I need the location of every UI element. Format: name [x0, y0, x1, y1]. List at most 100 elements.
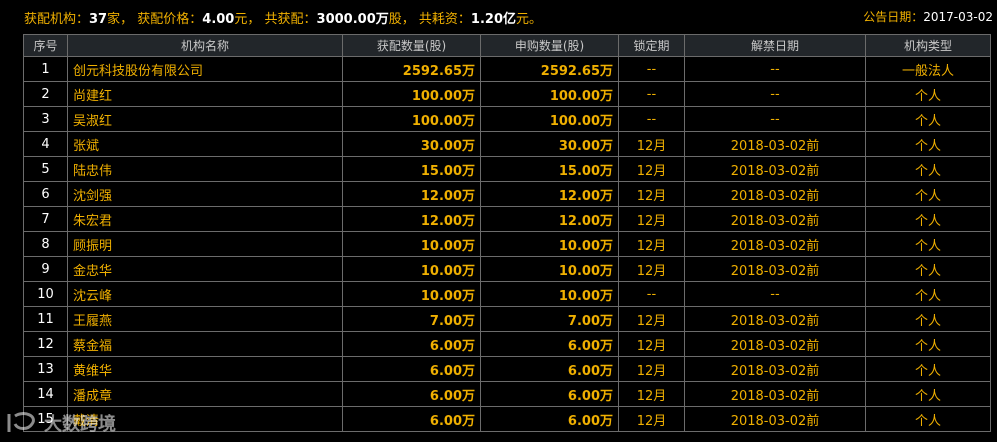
row-subscribe-qty: 30.00万 [480, 131, 619, 157]
row-unlock-date: -- [684, 106, 866, 132]
row-subscribe-qty: 12.00万 [480, 181, 619, 207]
table-row[interactable]: 2 尚建红 100.00万 100.00万 -- -- 个人 [23, 81, 991, 107]
row-subscribe-qty: 10.00万 [480, 256, 619, 282]
row-unlock-date: 2018-03-02前 [684, 231, 866, 257]
row-institution-type: 个人 [865, 406, 991, 432]
row-institution-type: 个人 [865, 281, 991, 307]
row-no: 14 [23, 381, 68, 407]
table-row[interactable]: 10 沈云峰 10.00万 10.00万 -- -- 个人 [23, 281, 991, 307]
summary-total-alloc: 3000.00万 [316, 12, 389, 27]
row-alloc-qty: 6.00万 [342, 331, 481, 357]
row-alloc-qty: 10.00万 [342, 231, 481, 257]
row-institution-type: 个人 [865, 256, 991, 282]
announcement-date-value: 2017-03-02 [923, 10, 993, 24]
row-alloc-qty: 7.00万 [342, 306, 481, 332]
column-header-subscribe[interactable]: 申购数量(股) [480, 34, 619, 57]
table-row[interactable]: 3 吴淑红 100.00万 100.00万 -- -- 个人 [23, 106, 991, 132]
row-alloc-qty: 10.00万 [342, 281, 481, 307]
table-row[interactable]: 6 沈剑强 12.00万 12.00万 12月 2018-03-02前 个人 [23, 181, 991, 207]
row-unlock-date: 2018-03-02前 [684, 131, 866, 157]
column-header-no[interactable]: 序号 [23, 34, 68, 57]
row-alloc-qty: 6.00万 [342, 381, 481, 407]
table-header-row: 序号 机构名称 获配数量(股) 申购数量(股) 锁定期 解禁日期 机构类型 [23, 34, 991, 57]
row-no: 5 [23, 156, 68, 182]
row-subscribe-qty: 6.00万 [480, 406, 619, 432]
watermark: 大数跨境 [6, 408, 136, 438]
summary-label-institutions: 获配机构： [24, 12, 90, 27]
row-unlock-date: 2018-03-02前 [684, 256, 866, 282]
row-no: 8 [23, 231, 68, 257]
summary-institutions-count: 37 [89, 12, 108, 27]
table-row[interactable]: 15 戴清 6.00万 6.00万 12月 2018-03-02前 个人 [23, 406, 991, 432]
table-row[interactable]: 1 创元科技股份有限公司 2592.65万 2592.65万 -- -- 一般法人 [23, 56, 991, 82]
column-header-unlock[interactable]: 解禁日期 [684, 34, 866, 57]
row-lock-period: 12月 [618, 231, 685, 257]
row-alloc-qty: 10.00万 [342, 256, 481, 282]
column-header-alloc[interactable]: 获配数量(股) [342, 34, 481, 57]
row-institution-name: 尚建红 [67, 81, 343, 107]
row-institution-name: 潘成章 [67, 381, 343, 407]
row-institution-name: 张斌 [67, 131, 343, 157]
table-row[interactable]: 12 蔡金福 6.00万 6.00万 12月 2018-03-02前 个人 [23, 331, 991, 357]
summary-unit-total-cost: 元。 [516, 12, 543, 27]
watermark-text: 大数跨境 [44, 414, 116, 435]
row-institution-name: 朱宏君 [67, 206, 343, 232]
row-subscribe-qty: 2592.65万 [480, 56, 619, 82]
row-institution-type: 个人 [865, 156, 991, 182]
summary-unit-total-alloc: 股， [388, 12, 415, 27]
row-unlock-date: -- [684, 81, 866, 107]
row-institution-type: 个人 [865, 181, 991, 207]
row-no: 10 [23, 281, 68, 307]
row-lock-period: 12月 [618, 331, 685, 357]
row-institution-type: 个人 [865, 206, 991, 232]
row-alloc-qty: 12.00万 [342, 181, 481, 207]
row-no: 1 [23, 56, 68, 82]
row-institution-name: 沈云峰 [67, 281, 343, 307]
row-lock-period: 12月 [618, 131, 685, 157]
row-institution-name: 陆忠伟 [67, 156, 343, 182]
table-row[interactable]: 11 王履燕 7.00万 7.00万 12月 2018-03-02前 个人 [23, 306, 991, 332]
table-row[interactable]: 8 顾振明 10.00万 10.00万 12月 2018-03-02前 个人 [23, 231, 991, 257]
row-no: 7 [23, 206, 68, 232]
row-subscribe-qty: 7.00万 [480, 306, 619, 332]
row-institution-type: 个人 [865, 306, 991, 332]
row-lock-period: 12月 [618, 381, 685, 407]
column-header-name[interactable]: 机构名称 [67, 34, 343, 57]
column-header-lock[interactable]: 锁定期 [618, 34, 685, 57]
row-lock-period: -- [618, 56, 685, 82]
row-institution-name: 黄维华 [67, 356, 343, 382]
row-lock-period: 12月 [618, 306, 685, 332]
row-lock-period: 12月 [618, 356, 685, 382]
row-subscribe-qty: 6.00万 [480, 356, 619, 382]
table-row[interactable]: 14 潘成章 6.00万 6.00万 12月 2018-03-02前 个人 [23, 381, 991, 407]
summary-total-cost: 1.20亿 [470, 12, 516, 27]
row-alloc-qty: 100.00万 [342, 81, 481, 107]
column-header-type[interactable]: 机构类型 [865, 34, 991, 57]
row-no: 6 [23, 181, 68, 207]
row-subscribe-qty: 100.00万 [480, 106, 619, 132]
table-row[interactable]: 13 黄维华 6.00万 6.00万 12月 2018-03-02前 个人 [23, 356, 991, 382]
row-subscribe-qty: 10.00万 [480, 281, 619, 307]
row-alloc-qty: 30.00万 [342, 131, 481, 157]
row-no: 13 [23, 356, 68, 382]
announcement-date-label: 公告日期： [863, 10, 924, 24]
row-unlock-date: 2018-03-02前 [684, 406, 866, 432]
summary-label-price: 获配价格： [137, 12, 203, 27]
row-no: 4 [23, 131, 68, 157]
row-lock-period: -- [618, 281, 685, 307]
row-alloc-qty: 100.00万 [342, 106, 481, 132]
row-lock-period: 12月 [618, 406, 685, 432]
row-institution-type: 一般法人 [865, 56, 991, 82]
table-row[interactable]: 7 朱宏君 12.00万 12.00万 12月 2018-03-02前 个人 [23, 206, 991, 232]
table-row[interactable]: 9 金忠华 10.00万 10.00万 12月 2018-03-02前 个人 [23, 256, 991, 282]
row-subscribe-qty: 15.00万 [480, 156, 619, 182]
row-institution-name: 顾振明 [67, 231, 343, 257]
table-row[interactable]: 5 陆忠伟 15.00万 15.00万 12月 2018-03-02前 个人 [23, 156, 991, 182]
row-institution-type: 个人 [865, 81, 991, 107]
row-institution-type: 个人 [865, 106, 991, 132]
table-row[interactable]: 4 张斌 30.00万 30.00万 12月 2018-03-02前 个人 [23, 131, 991, 157]
summary-label-total-alloc: 共获配： [264, 12, 317, 27]
row-lock-period: 12月 [618, 181, 685, 207]
row-unlock-date: -- [684, 281, 866, 307]
row-alloc-qty: 15.00万 [342, 156, 481, 182]
